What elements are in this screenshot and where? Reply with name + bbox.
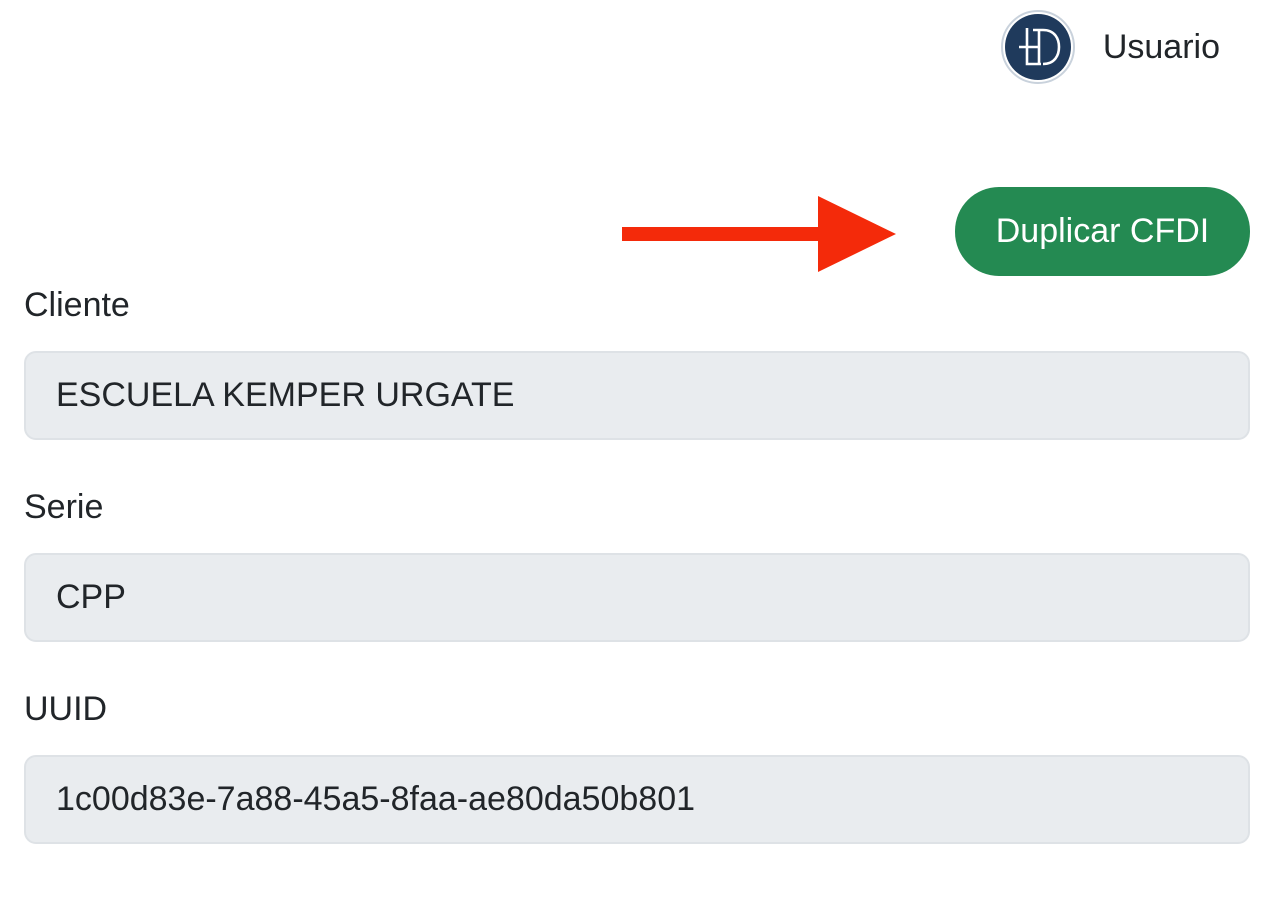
- cliente-field[interactable]: ESCUELA KEMPER URGATE: [24, 351, 1250, 440]
- duplicate-cfdi-button[interactable]: Duplicar CFDI: [955, 187, 1250, 276]
- serie-field[interactable]: CPP: [24, 553, 1250, 642]
- uuid-field[interactable]: 1c00d83e-7a88-45a5-8faa-ae80da50b801: [24, 755, 1250, 844]
- avatar[interactable]: [1000, 10, 1075, 84]
- page: Usuario Duplicar CFDI Cliente ESCUELA KE…: [0, 0, 1278, 912]
- user-name[interactable]: Usuario: [1103, 28, 1220, 67]
- serie-label: Serie: [24, 488, 104, 526]
- arrow-right-icon: [622, 196, 896, 272]
- cliente-label: Cliente: [24, 286, 130, 324]
- user-menu[interactable]: Usuario: [1000, 10, 1220, 84]
- ld-logo-icon: [1004, 14, 1071, 80]
- uuid-label: UUID: [24, 690, 108, 728]
